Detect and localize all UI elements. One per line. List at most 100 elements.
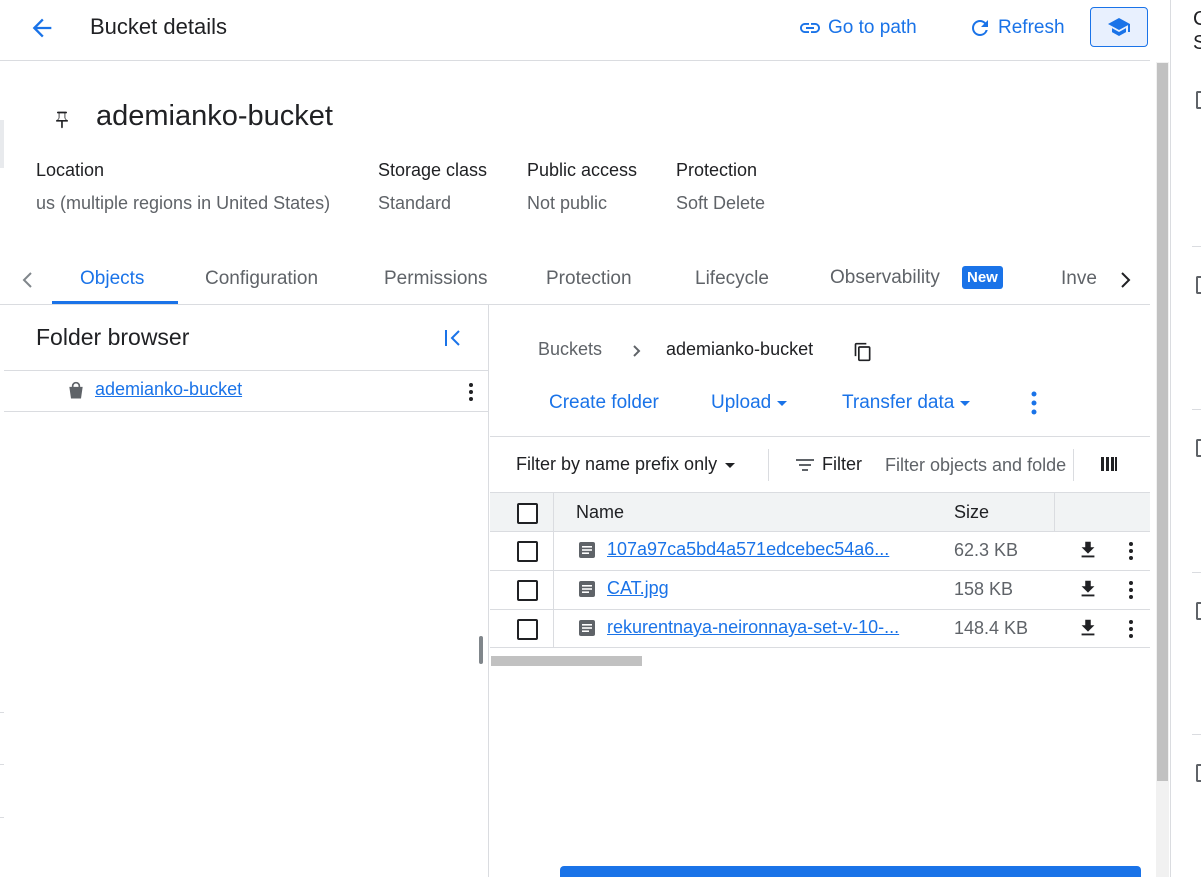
file-name-link[interactable]: CAT.jpg	[607, 578, 905, 599]
collapse-panel-icon[interactable]	[441, 327, 465, 349]
info-label-location: Location	[36, 160, 105, 180]
page-title: Bucket details	[90, 14, 227, 39]
side-panel-text: S	[1193, 32, 1201, 54]
divider	[0, 764, 4, 765]
learn-button[interactable]	[1090, 7, 1148, 47]
pane-divider	[488, 305, 489, 877]
download-icon[interactable]	[1077, 539, 1099, 561]
filter-bar: Filter by name prefix only Filter	[490, 436, 1150, 492]
school-icon	[1107, 15, 1131, 39]
vertical-scrollbar-thumb[interactable]	[1157, 63, 1168, 781]
side-panel-divider	[1170, 0, 1171, 877]
row-checkbox[interactable]	[517, 619, 538, 640]
file-icon	[578, 619, 596, 637]
info-value-storage-class: Standard	[378, 193, 452, 213]
go-to-path-button[interactable]: Go to path	[798, 16, 917, 40]
tab-bar: Objects Configuration Permissions Protec…	[0, 254, 1150, 305]
file-name-link[interactable]: 107a97ca5bd4a571edcebec54a6...	[607, 539, 905, 560]
filter-label: Filter	[822, 454, 862, 474]
divider	[0, 712, 4, 713]
column-divider	[1054, 493, 1055, 531]
side-panel-checkbox[interactable]	[1196, 764, 1201, 782]
row-checkbox[interactable]	[517, 580, 538, 601]
dropdown-arrow-icon	[958, 398, 972, 408]
page-header: Bucket details Go to path Refresh	[0, 0, 1150, 61]
folder-tree-bucket-link[interactable]: ademianko-bucket	[95, 379, 242, 400]
file-size: 158 KB	[954, 579, 1014, 599]
left-edge-highlight	[0, 120, 4, 168]
info-value-protection: Soft Delete	[676, 193, 766, 213]
info-label-storage-class: Storage class	[378, 160, 488, 180]
copy-icon[interactable]	[853, 342, 873, 362]
download-icon[interactable]	[1077, 617, 1099, 639]
file-name-link[interactable]: rekurentnaya-neironnaya-set-v-10-...	[607, 617, 905, 638]
refresh-label: Refresh	[998, 17, 1065, 38]
tab-observability[interactable]: Observability	[830, 267, 940, 289]
divider	[1192, 246, 1201, 247]
horizontal-scrollbar-thumb[interactable]	[491, 656, 642, 666]
column-divider	[553, 571, 554, 609]
more-vert-icon[interactable]	[1127, 541, 1135, 561]
file-icon	[578, 580, 596, 598]
breadcrumb-current: ademianko-bucket	[666, 339, 814, 359]
refresh-icon	[968, 16, 992, 40]
side-panel-checkbox[interactable]	[1196, 602, 1201, 620]
divider	[1192, 572, 1201, 573]
upload-button[interactable]: Upload	[711, 392, 789, 414]
column-header-name[interactable]: Name	[576, 502, 624, 523]
prefix-filter-dropdown[interactable]: Filter by name prefix only	[516, 454, 737, 475]
side-panel-checkbox[interactable]	[1196, 91, 1201, 109]
pin-icon[interactable]	[52, 109, 72, 131]
table-row[interactable]: rekurentnaya-neironnaya-set-v-10-... 148…	[490, 609, 1150, 648]
tab-protection[interactable]: Protection	[546, 268, 632, 290]
chevron-right-icon[interactable]	[1117, 268, 1133, 292]
download-icon[interactable]	[1077, 578, 1099, 600]
side-panel-checkbox[interactable]	[1196, 439, 1201, 457]
folder-tree-item[interactable]: ademianko-bucket	[4, 370, 488, 412]
refresh-button[interactable]: Refresh	[968, 16, 1065, 40]
file-size: 148.4 KB	[954, 618, 1029, 638]
row-checkbox[interactable]	[517, 541, 538, 562]
file-icon	[578, 541, 596, 559]
filter-input[interactable]	[885, 452, 1073, 478]
column-header-size[interactable]: Size	[954, 502, 989, 523]
create-folder-button[interactable]: Create folder	[549, 392, 659, 414]
objects-table: Name Size 107a97ca5bd4a571edcebec54a6...…	[490, 492, 1150, 648]
dropdown-arrow-icon	[723, 460, 737, 470]
transfer-data-button[interactable]: Transfer data	[842, 392, 972, 414]
chevron-left-icon[interactable]	[20, 268, 36, 292]
divider	[0, 817, 4, 818]
new-badge: New	[962, 266, 1003, 289]
tab-inventory[interactable]: Inve	[1061, 268, 1101, 290]
info-label-protection: Protection	[676, 160, 758, 180]
transfer-data-label: Transfer data	[842, 392, 955, 413]
bucket-name-heading: ademianko-bucket	[96, 100, 333, 132]
filter-list-icon	[794, 455, 816, 475]
filter-button[interactable]: Filter	[794, 454, 862, 475]
bucket-icon	[66, 381, 86, 401]
column-divider	[553, 493, 554, 531]
column-display-icon[interactable]	[1100, 455, 1118, 473]
more-actions-icon[interactable]	[1026, 390, 1042, 416]
more-vert-icon[interactable]	[1127, 580, 1135, 600]
breadcrumb-buckets[interactable]: Buckets	[538, 339, 602, 360]
tab-permissions[interactable]: Permissions	[384, 268, 487, 290]
primary-action-button[interactable]	[560, 866, 1141, 877]
tab-lifecycle[interactable]: Lifecycle	[695, 268, 769, 290]
select-all-checkbox[interactable]	[517, 503, 538, 524]
more-vert-icon[interactable]	[467, 382, 475, 402]
more-vert-icon[interactable]	[1127, 619, 1135, 639]
back-arrow-icon[interactable]	[28, 14, 56, 42]
tab-objects[interactable]: Objects	[80, 268, 144, 290]
table-row[interactable]: 107a97ca5bd4a571edcebec54a6... 62.3 KB	[490, 531, 1150, 570]
info-label-public-access: Public access	[527, 160, 638, 180]
info-value-public-access: Not public	[527, 193, 608, 213]
column-divider	[553, 532, 554, 570]
go-to-path-label: Go to path	[828, 17, 917, 38]
tab-configuration[interactable]: Configuration	[205, 268, 318, 290]
resize-handle[interactable]	[479, 636, 483, 664]
table-row[interactable]: CAT.jpg 158 KB	[490, 570, 1150, 609]
divider	[768, 449, 769, 481]
prefix-filter-label: Filter by name prefix only	[516, 454, 718, 474]
side-panel-checkbox[interactable]	[1196, 276, 1201, 294]
